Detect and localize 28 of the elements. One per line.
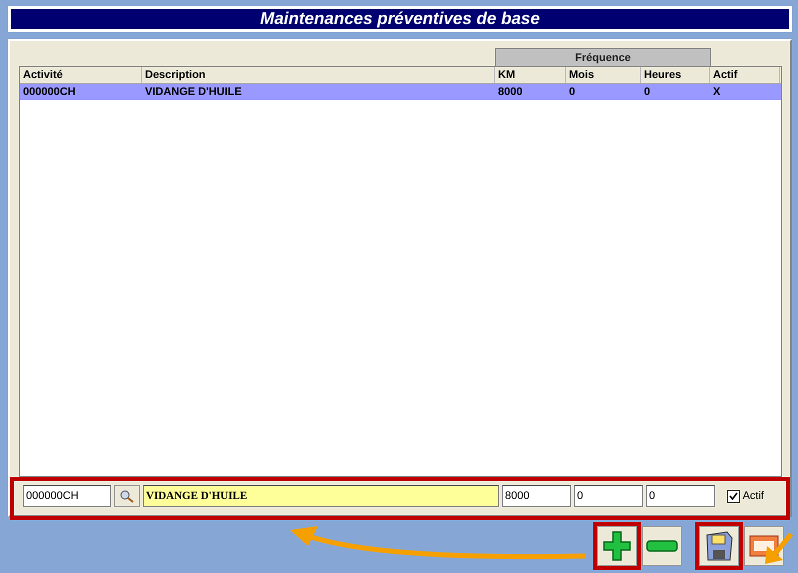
table-cell-text: VIDANGE D'HUILE — [144, 85, 243, 100]
km-field[interactable]: 8000 — [502, 485, 571, 507]
table-cell-text: 8000 — [497, 85, 524, 100]
column-header[interactable]: Actif — [710, 67, 780, 83]
table-row[interactable]: 000000CH VIDANGE D'HUILE 8000 0 0 X — [20, 84, 781, 100]
window-title: Maintenances préventives de base — [8, 6, 792, 32]
column-header[interactable]: Description — [142, 67, 495, 83]
months-field[interactable]: 0 — [574, 485, 643, 507]
activity-field[interactable]: 000000CH — [23, 485, 111, 507]
column-header[interactable]: Heures — [641, 67, 710, 83]
active-checkbox[interactable]: Actif — [726, 490, 764, 502]
table-cell-text: 000000CH — [22, 85, 77, 100]
check-icon — [728, 492, 738, 500]
hours-field[interactable]: 0 — [646, 485, 715, 507]
table-cell-text: 0 — [643, 85, 652, 100]
arrow — [763, 532, 793, 566]
table-cell-text: 0 — [568, 85, 576, 100]
group-header: Fréquence — [495, 48, 711, 66]
plus-icon — [602, 530, 632, 562]
column-header[interactable]: KM — [495, 67, 566, 83]
table-cell-text: X — [712, 85, 722, 100]
minus-icon — [646, 540, 678, 552]
column-header[interactable]: Activité — [20, 67, 142, 83]
column-header[interactable]: Mois — [566, 67, 641, 83]
magnifier-icon — [119, 489, 135, 503]
remove-button[interactable] — [642, 526, 682, 566]
description-field[interactable]: VIDANGE D'HUILE — [143, 485, 499, 507]
lookup-button[interactable] — [114, 485, 140, 507]
